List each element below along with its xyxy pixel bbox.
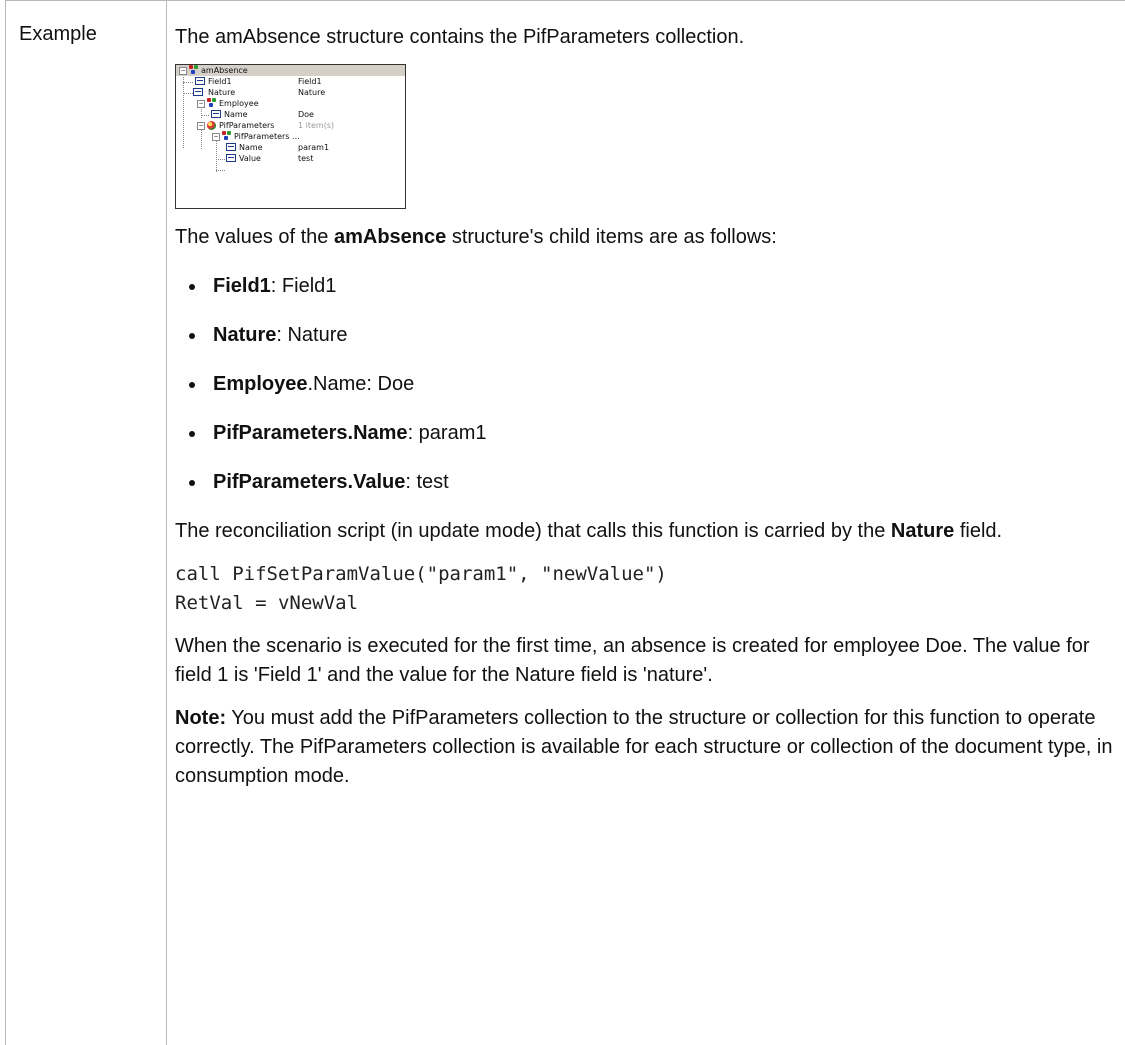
script-paragraph: The reconciliation script (in update mod… <box>175 517 1115 546</box>
tree-node-name: Name <box>239 143 263 152</box>
collection-icon <box>207 121 216 130</box>
item-value: : Field1 <box>270 275 337 297</box>
list-item: PifParameters.Value: test <box>175 468 1115 497</box>
code-line: RetVal = vNewVal <box>175 592 359 614</box>
intro-text: The amAbsence structure contains the Pif… <box>175 26 745 48</box>
row-label: Example <box>19 23 97 45</box>
tree-row-param-value[interactable]: Value test <box>176 153 405 164</box>
structure-icon <box>207 98 217 107</box>
list-item: Employee.Name: Doe <box>175 370 1115 399</box>
item-key: Nature <box>213 324 277 346</box>
execution-paragraph: When the scenario is executed for the fi… <box>175 635 1090 686</box>
field-icon <box>226 143 236 151</box>
text-run: The reconciliation script (in update mod… <box>175 520 891 542</box>
link-field-icon <box>193 88 203 96</box>
item-key-suffix: .Name <box>307 373 367 395</box>
collapse-icon[interactable]: − <box>179 67 187 75</box>
code-block: call PifSetParamValue("param1", "newValu… <box>175 560 1115 618</box>
tree-node-name: Field1 <box>208 77 232 86</box>
text-run: field. <box>954 520 1003 542</box>
note-text: You must add the PifParameters collectio… <box>175 707 1113 787</box>
item-key: PifParameters.Name <box>213 422 408 444</box>
tree-row-employee[interactable]: − Employee <box>176 98 405 109</box>
structure-icon <box>222 131 232 140</box>
tree-node-name: PifParameters ... <box>234 132 300 141</box>
list-item: Field1: Field1 <box>175 272 1115 301</box>
tree-row-field1[interactable]: Field1 Field1 <box>176 76 405 87</box>
tree-node-value: Doe <box>298 110 314 119</box>
tree-node-name: Nature <box>208 88 236 97</box>
link-field-icon <box>211 110 221 118</box>
tree-node-name: Employee <box>219 99 259 108</box>
item-key: PifParameters.Value <box>213 471 406 493</box>
note-label: Note: <box>175 707 227 729</box>
structure-icon <box>189 65 199 74</box>
tree-node-value: param1 <box>298 143 330 152</box>
field-icon <box>226 154 236 162</box>
values-intro-text: The values of the amAbsence structure's … <box>175 223 1115 252</box>
example-content: The amAbsence structure contains the Pif… <box>175 23 1115 791</box>
list-item: Nature: Nature <box>175 321 1115 350</box>
tree-row-employee-name[interactable]: Name Doe <box>176 109 405 120</box>
list-item: PifParameters.Name: param1 <box>175 419 1115 448</box>
collapse-icon[interactable]: − <box>212 133 220 141</box>
item-value: : param1 <box>407 422 487 444</box>
tree-node-value: Field1 <box>298 77 322 86</box>
item-value: : Nature <box>276 324 348 346</box>
item-value: : test <box>405 471 449 493</box>
child-values-list: Field1: Field1 Nature: Nature Employee.N… <box>175 272 1115 497</box>
collapse-icon[interactable]: − <box>197 122 205 130</box>
tree-row-amabsence[interactable]: − amAbsence <box>176 65 405 76</box>
tree-row-pifparameters-item[interactable]: − PifParameters ... <box>176 131 405 142</box>
structure-name: amAbsence <box>333 226 447 248</box>
tree-node-name: Value <box>239 154 261 163</box>
tree-node-name: Name <box>224 110 248 119</box>
code-line: call PifSetParamValue("param1", "newValu… <box>175 563 667 585</box>
tree-node-name: amAbsence <box>201 66 248 75</box>
item-key: Employee <box>213 373 308 395</box>
column-divider <box>166 1 167 1045</box>
text-run: structure's child items are as follows: <box>446 226 777 248</box>
structure-tree-screenshot: − amAbsence Field1 Field1 Nature Nature … <box>175 64 406 209</box>
field-icon <box>195 77 205 85</box>
tree-node-value: test <box>298 154 314 163</box>
tree-node-value: 1 item(s) <box>298 121 335 130</box>
item-key: Field1 <box>213 275 271 297</box>
tree-node-value: Nature <box>298 88 326 97</box>
tree-row-pifparameters[interactable]: − PifParameters 1 item(s) <box>176 120 405 131</box>
tree-row-param-name[interactable]: Name param1 <box>176 142 405 153</box>
text-run: The values of the <box>175 226 334 248</box>
note-paragraph: Note: You must add the PifParameters col… <box>175 704 1115 791</box>
item-value: : Doe <box>366 373 415 395</box>
field-name: Nature <box>890 520 955 542</box>
collapse-icon[interactable]: − <box>197 100 205 108</box>
tree-node-name: PifParameters <box>219 121 275 130</box>
tree-row-nature[interactable]: Nature Nature <box>176 87 405 98</box>
